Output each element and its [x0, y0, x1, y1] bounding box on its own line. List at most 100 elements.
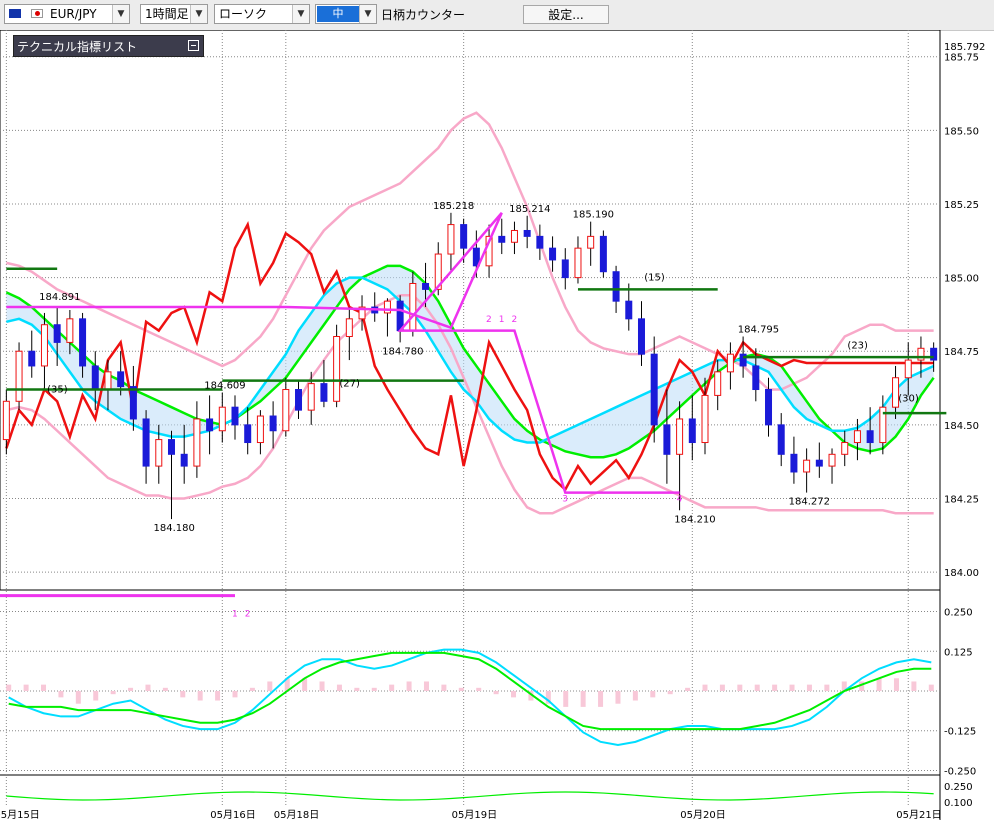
chevron-down-icon[interactable]: ▼: [112, 5, 129, 23]
count-annotation: (27): [339, 379, 360, 390]
date-tick-label: 05月15日: [0, 809, 40, 820]
candle-body: [460, 224, 468, 249]
candle-body: [828, 453, 836, 467]
candle-body: [66, 318, 74, 343]
mode-icon: 中: [317, 6, 359, 22]
histogram-bar: [476, 687, 482, 691]
candle-body: [167, 439, 175, 455]
counter-label: 日柄カウンター: [381, 8, 466, 22]
candle-body: [307, 383, 315, 411]
candle-body: [193, 418, 201, 467]
price-annotation: 185.190: [573, 210, 614, 221]
mode-select[interactable]: 中 ▼: [315, 4, 377, 24]
eu-flag-icon: [9, 9, 21, 18]
candle-body: [333, 336, 341, 402]
candle-body: [345, 318, 353, 338]
price-tick-label: 184.25: [944, 494, 979, 505]
candle-body: [180, 453, 188, 467]
wave-label: 1: [499, 315, 505, 325]
osc-tick-label: -0.250: [944, 766, 976, 777]
candle-body: [549, 247, 557, 261]
chevron-down-icon[interactable]: ▼: [359, 5, 376, 23]
toolbar: EUR/JPY ▼ 1時間足 ▼ ローソク ▼ 中 ▼ 日柄カウンター 設定..…: [0, 0, 994, 31]
candle-body: [91, 365, 99, 391]
histogram-bar: [23, 684, 29, 691]
candle-body: [383, 300, 391, 314]
histogram-bar: [441, 684, 447, 691]
candle-body: [561, 259, 569, 279]
candle-body: [409, 282, 417, 332]
histogram-bar: [145, 684, 151, 691]
histogram-bar: [162, 687, 168, 691]
histogram-bar: [893, 678, 899, 691]
histogram-bar: [928, 684, 934, 691]
candle-body: [574, 247, 582, 279]
price-annotation: 185.218: [433, 201, 474, 212]
candle-body: [256, 415, 264, 444]
candle-body: [663, 424, 671, 455]
sub-tick-label: 0.250: [944, 782, 973, 793]
count-annotation: (23): [847, 340, 868, 351]
candle-body: [28, 350, 36, 367]
candle-body: [714, 371, 722, 396]
osc-tick-label: -0.125: [944, 727, 976, 738]
symbol-select[interactable]: EUR/JPY ▼: [4, 4, 130, 24]
histogram-bar: [389, 684, 395, 691]
histogram-bar: [580, 691, 586, 707]
candle-body: [536, 235, 544, 249]
histogram-bar: [563, 691, 569, 707]
wave-label: 1: [232, 609, 238, 619]
price-tick-label: 185.25: [944, 200, 979, 211]
histogram-bar: [667, 691, 673, 695]
candle-body: [904, 359, 912, 379]
jp-flag-icon: [31, 9, 43, 18]
chart-style-label: ローソク: [219, 7, 268, 21]
osc-tick-label: 0.250: [944, 608, 973, 619]
histogram-bar: [354, 687, 360, 691]
candle-body: [142, 418, 150, 467]
candle-body: [701, 394, 709, 444]
histogram-bar: [319, 681, 325, 691]
candle-body: [587, 235, 595, 249]
candle-body: [777, 424, 785, 455]
price-tick-label: 185.00: [944, 274, 979, 285]
minimize-icon[interactable]: [188, 40, 199, 51]
candle-body: [599, 235, 607, 273]
histogram-bar: [232, 691, 238, 698]
chevron-down-icon[interactable]: ▼: [190, 5, 207, 23]
candle-body: [231, 406, 239, 426]
candle-body: [79, 318, 87, 367]
price-chart[interactable]: 185.75 185.50 185.25 185.00 184.75 184.50 184.…: [0, 30, 994, 820]
candle-body: [320, 383, 328, 402]
price-annotation: 184.891: [39, 292, 80, 303]
indicator-list-panel[interactable]: テクニカル指標リスト: [13, 35, 204, 57]
candle-body: [498, 235, 506, 243]
histogram-bar: [180, 691, 186, 698]
histogram-bar: [876, 678, 882, 691]
price-tick-label: 184.00: [944, 568, 979, 579]
candle-body: [752, 365, 760, 391]
candle-body: [447, 224, 455, 255]
candle-body: [765, 389, 773, 426]
histogram-bar: [685, 687, 691, 691]
chevron-down-icon[interactable]: ▼: [292, 5, 309, 23]
histogram-bar: [789, 684, 795, 691]
histogram-bar: [458, 687, 464, 691]
candle-body: [510, 229, 518, 243]
settings-button[interactable]: 設定...: [523, 5, 609, 24]
candle-body: [815, 459, 823, 467]
histogram-bar: [719, 684, 725, 691]
timeframe-select[interactable]: 1時間足 ▼: [140, 4, 208, 24]
wave-label: 2: [511, 315, 517, 325]
histogram-bar: [75, 691, 81, 704]
histogram-bar: [911, 681, 917, 691]
candle-body: [53, 324, 61, 343]
candle-body: [612, 271, 620, 302]
chart-style-select[interactable]: ローソク ▼: [214, 4, 310, 24]
histogram-bar: [267, 681, 273, 691]
candle-body: [523, 229, 531, 237]
histogram-bar: [650, 691, 656, 698]
candle-body: [295, 389, 303, 411]
histogram-bar: [824, 684, 830, 691]
candle-body: [790, 453, 798, 473]
